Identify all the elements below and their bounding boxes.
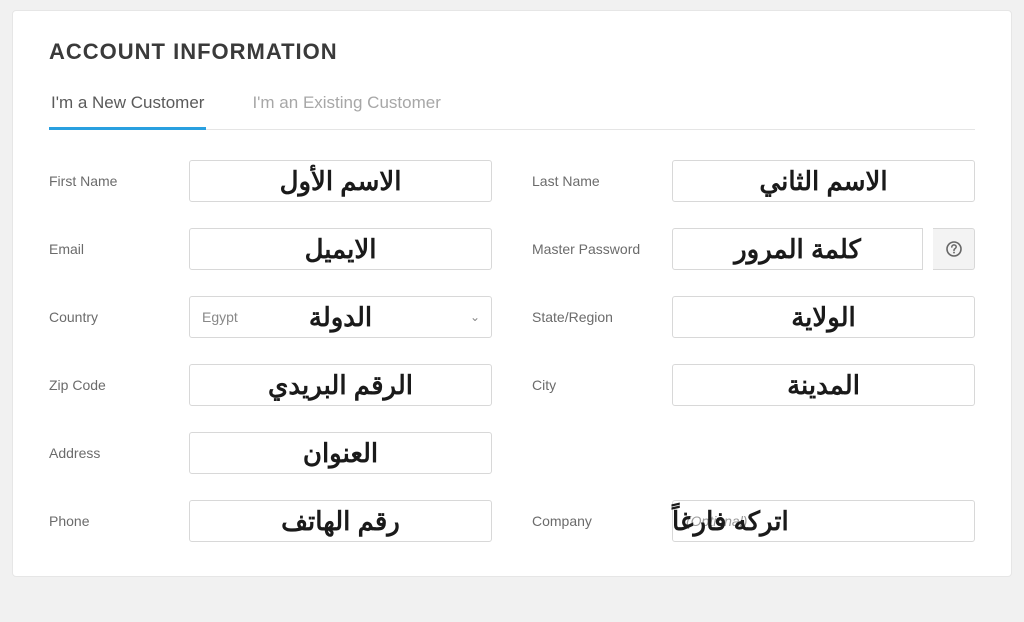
tab-existing-customer[interactable]: I'm an Existing Customer: [250, 93, 442, 130]
address-input[interactable]: [189, 432, 492, 474]
zip-code-input[interactable]: [189, 364, 492, 406]
label-last-name: Last Name: [532, 173, 662, 189]
row-first-name: First Name الاسم الأول: [49, 160, 492, 202]
company-input[interactable]: [672, 500, 975, 542]
label-phone: Phone: [49, 513, 179, 529]
row-country: Country Egypt ⌄ الدولة: [49, 296, 492, 338]
row-phone: Phone رقم الهاتف: [49, 500, 492, 542]
label-city: City: [532, 377, 662, 393]
city-input[interactable]: [672, 364, 975, 406]
password-help-button[interactable]: [933, 228, 975, 270]
label-address: Address: [49, 445, 179, 461]
row-city: City المدينة: [532, 364, 975, 406]
last-name-input[interactable]: [672, 160, 975, 202]
row-state-region: State/Region الولاية: [532, 296, 975, 338]
label-first-name: First Name: [49, 173, 179, 189]
label-state-region: State/Region: [532, 309, 662, 325]
email-input[interactable]: [189, 228, 492, 270]
question-circle-icon: [946, 241, 962, 257]
label-country: Country: [49, 309, 179, 325]
customer-tabs: I'm a New Customer I'm an Existing Custo…: [49, 93, 975, 130]
country-select[interactable]: Egypt: [189, 296, 492, 338]
spacer: [532, 432, 975, 474]
row-company: Company (Optional) اتركه فارغاً: [532, 500, 975, 542]
first-name-input[interactable]: [189, 160, 492, 202]
label-master-password: Master Password: [532, 241, 662, 257]
form-grid: First Name الاسم الأول Last Name الاسم ا…: [49, 160, 975, 542]
label-email: Email: [49, 241, 179, 257]
state-region-input[interactable]: [672, 296, 975, 338]
label-company: Company: [532, 513, 662, 529]
row-master-password: Master Password كلمة المرور: [532, 228, 975, 270]
section-title: ACCOUNT INFORMATION: [49, 39, 975, 65]
master-password-input[interactable]: [672, 228, 923, 270]
row-email: Email الايميل: [49, 228, 492, 270]
row-last-name: Last Name الاسم الثاني: [532, 160, 975, 202]
row-zip-code: Zip Code الرقم البريدي: [49, 364, 492, 406]
phone-input[interactable]: [189, 500, 492, 542]
account-info-card: ACCOUNT INFORMATION I'm a New Customer I…: [12, 10, 1012, 577]
tab-new-customer[interactable]: I'm a New Customer: [49, 93, 206, 130]
row-address: Address العنوان: [49, 432, 492, 474]
label-zip-code: Zip Code: [49, 377, 179, 393]
